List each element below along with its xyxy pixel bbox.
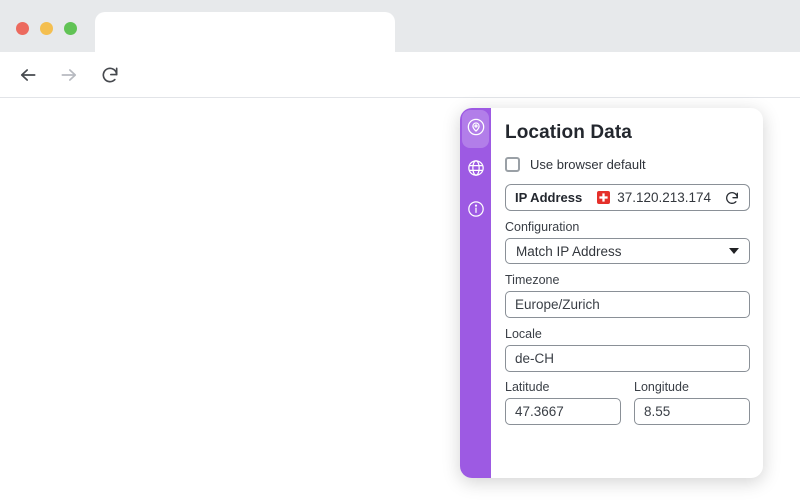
chevron-down-icon bbox=[729, 248, 739, 254]
sidebar-item-browser-data[interactable] bbox=[462, 151, 489, 189]
locale-field: Locale bbox=[505, 328, 750, 372]
configuration-field: Configuration Match IP Address bbox=[505, 221, 750, 264]
locale-label: Locale bbox=[505, 327, 542, 341]
use-browser-default-row[interactable]: Use browser default bbox=[505, 156, 750, 172]
popup-main: Location Data Use browser default IP Add… bbox=[491, 108, 763, 478]
globe-icon bbox=[466, 158, 486, 183]
longitude-label: Longitude bbox=[634, 380, 689, 394]
location-pin-icon bbox=[466, 117, 486, 142]
sidebar-item-info[interactable] bbox=[462, 192, 489, 230]
use-browser-default-checkbox[interactable] bbox=[505, 156, 520, 172]
configuration-selected-value: Match IP Address bbox=[516, 243, 622, 259]
ip-address-row: IP Address 37.120.213.174 bbox=[505, 184, 750, 211]
latitude-field: Latitude bbox=[505, 381, 621, 425]
coordinates-row: Latitude Longitude bbox=[505, 381, 750, 425]
browser-titlebar bbox=[0, 0, 800, 52]
timezone-input[interactable] bbox=[505, 291, 750, 318]
maximize-window-button[interactable] bbox=[64, 22, 77, 35]
popup-sidebar bbox=[460, 108, 491, 478]
browser-window: Location Data Use browser default IP Add… bbox=[0, 0, 800, 500]
timezone-label: Timezone bbox=[505, 273, 560, 287]
forward-icon[interactable] bbox=[59, 65, 79, 85]
longitude-input[interactable] bbox=[634, 398, 750, 425]
configuration-select[interactable]: Match IP Address bbox=[505, 238, 750, 264]
page-content: Location Data Use browser default IP Add… bbox=[0, 99, 800, 500]
popup-title: Location Data bbox=[505, 122, 632, 143]
extension-popup: Location Data Use browser default IP Add… bbox=[460, 108, 763, 478]
configuration-label: Configuration bbox=[505, 220, 580, 234]
use-browser-default-label: Use browser default bbox=[530, 156, 646, 172]
reload-icon[interactable] bbox=[100, 65, 120, 85]
browser-toolbar bbox=[0, 52, 800, 143]
longitude-field: Longitude bbox=[634, 381, 750, 425]
latitude-input[interactable] bbox=[505, 398, 621, 425]
window-controls bbox=[16, 22, 77, 35]
latitude-label: Latitude bbox=[505, 380, 550, 394]
minimize-window-button[interactable] bbox=[40, 22, 53, 35]
sidebar-item-location[interactable] bbox=[462, 110, 489, 148]
refresh-ip-icon[interactable] bbox=[724, 190, 740, 206]
back-icon[interactable] bbox=[18, 65, 38, 85]
browser-tab[interactable] bbox=[95, 12, 395, 52]
info-icon bbox=[466, 199, 486, 224]
close-window-button[interactable] bbox=[16, 22, 29, 35]
ip-address-value: 37.120.213.174 bbox=[617, 190, 712, 205]
timezone-field: Timezone bbox=[505, 274, 750, 318]
swiss-flag-icon bbox=[597, 191, 611, 204]
ip-address-label: IP Address bbox=[515, 190, 583, 205]
locale-input[interactable] bbox=[505, 345, 750, 372]
